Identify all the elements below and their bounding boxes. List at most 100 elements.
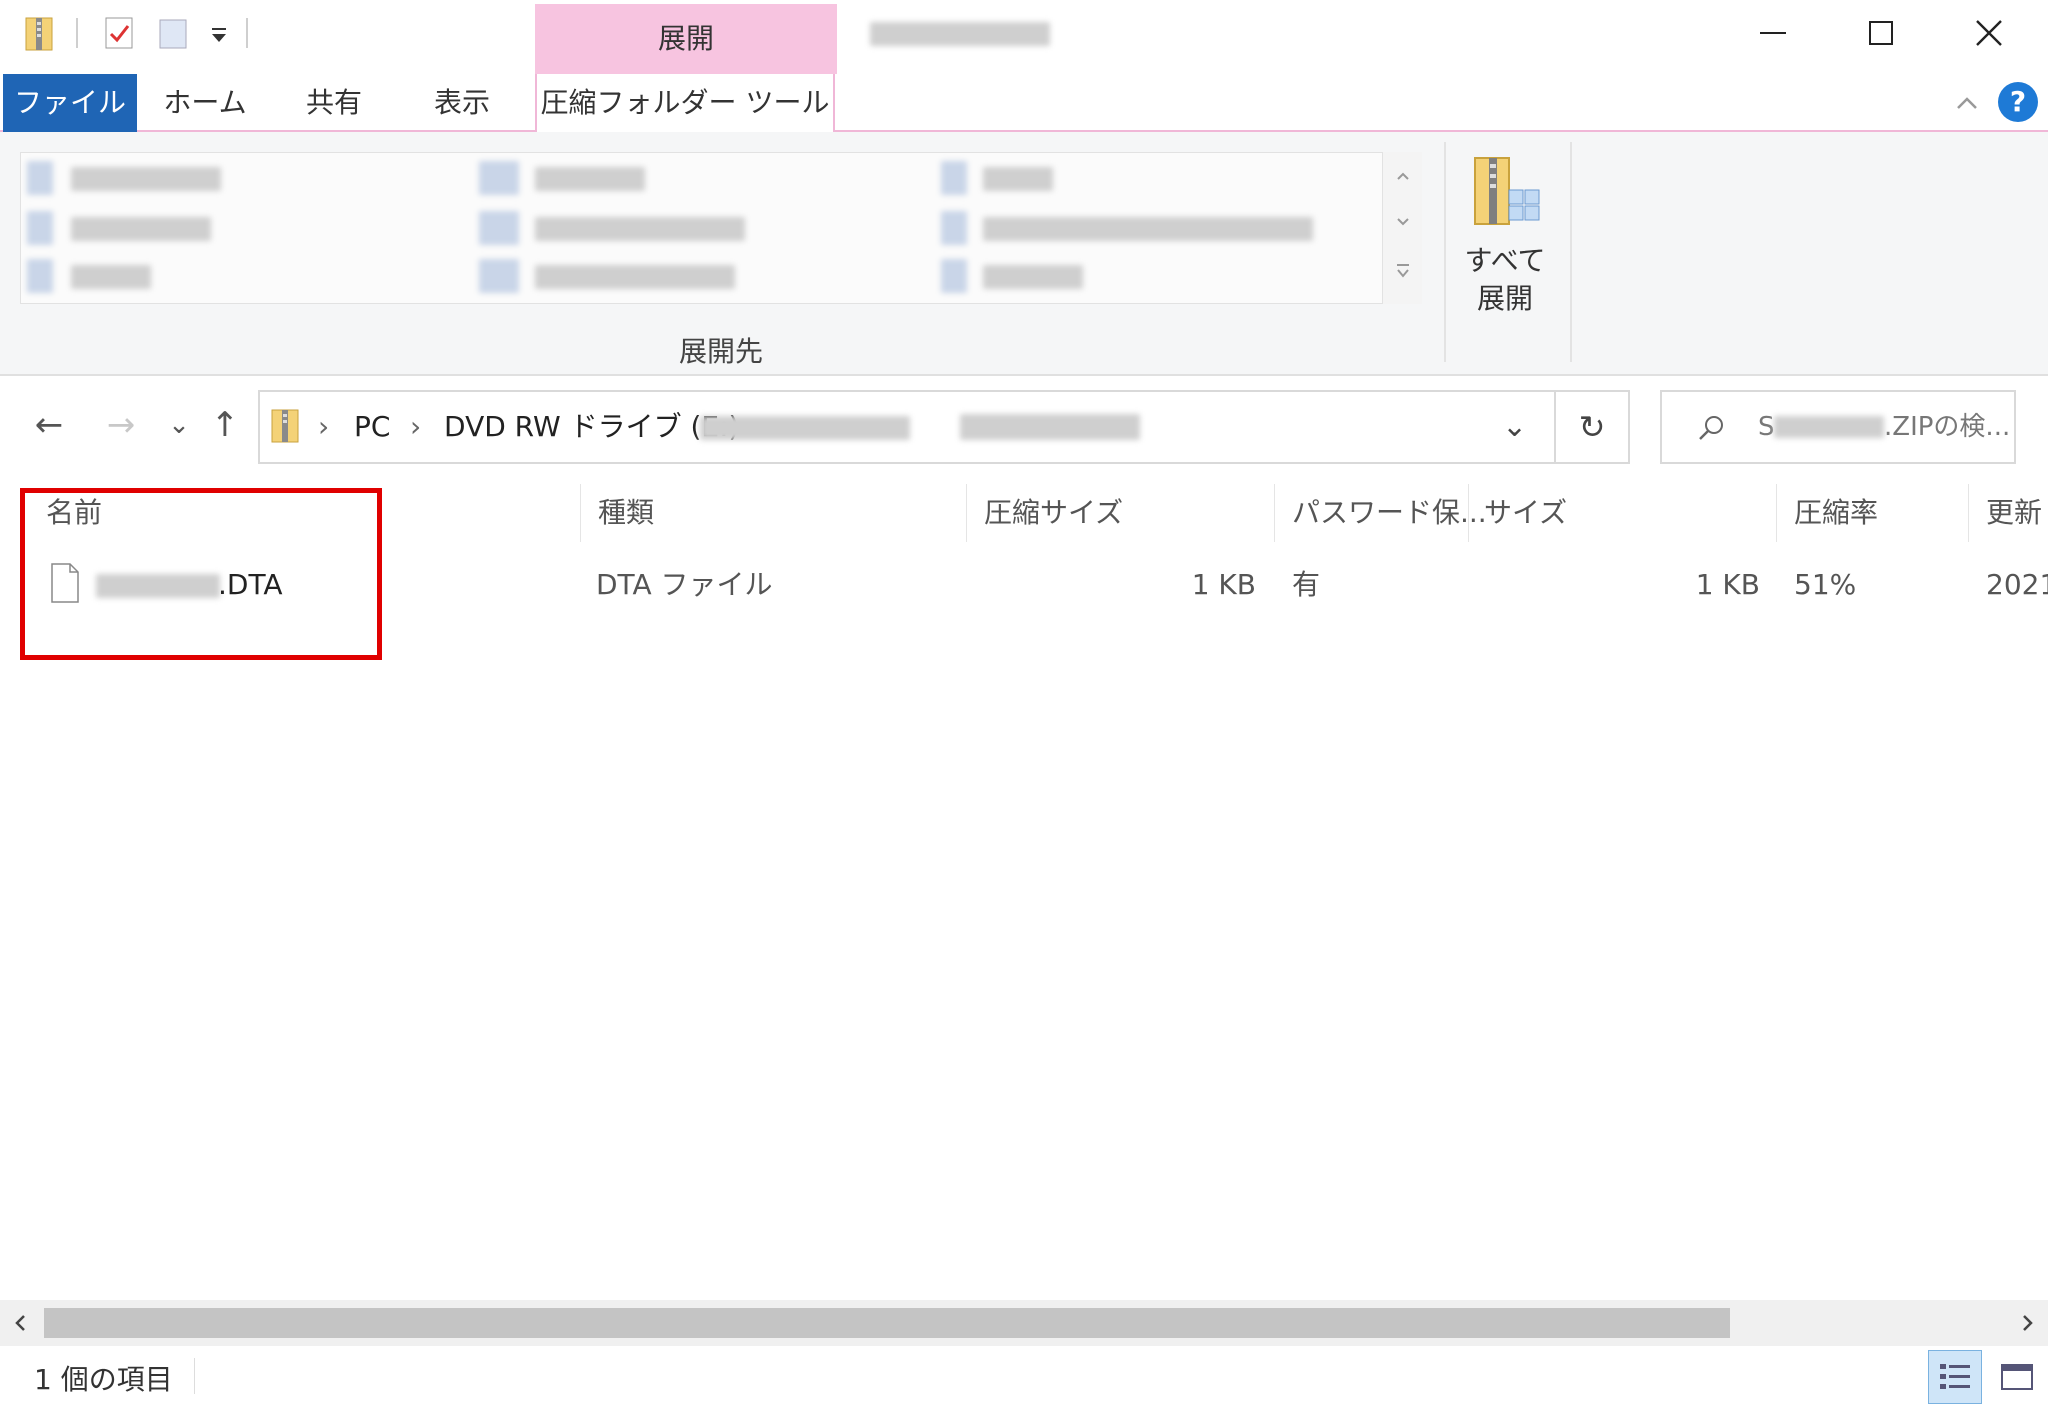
tab-compressed-folder-tools[interactable]: 圧縮フォルダー ツール	[535, 74, 835, 134]
ribbon-tab-bar: ファイル ホーム 共有 表示 圧縮フォルダー ツール ?	[0, 74, 2048, 134]
destination-item-redacted[interactable]	[983, 167, 1053, 191]
refresh-icon: ↻	[1578, 408, 1606, 446]
folder-icon	[941, 161, 967, 195]
file-size: 1 KB	[1695, 568, 1760, 601]
large-icons-view-button[interactable]	[1990, 1350, 2044, 1404]
breadcrumb-pc[interactable]: PC	[354, 392, 390, 462]
folder-icon	[941, 211, 967, 245]
destination-item-redacted[interactable]	[535, 265, 735, 289]
folder-icon	[27, 211, 53, 245]
folder-icon	[479, 211, 519, 245]
minimize-button[interactable]	[1718, 0, 1828, 66]
status-divider	[194, 1358, 195, 1394]
back-button[interactable]: ←	[24, 400, 74, 450]
column-header-ratio[interactable]: 圧縮率	[1794, 490, 1878, 536]
scrollbar-thumb[interactable]	[44, 1308, 1730, 1338]
chevron-down-icon: ⌄	[1502, 409, 1528, 444]
breadcrumb-redacted[interactable]	[960, 414, 1140, 440]
minimize-icon	[1760, 32, 1786, 34]
up-button[interactable]: ↑	[200, 400, 250, 450]
destination-item-redacted[interactable]	[535, 167, 645, 191]
tab-file[interactable]: ファイル	[3, 74, 137, 132]
zip-folder-icon	[24, 14, 54, 52]
column-divider[interactable]	[1776, 484, 1777, 542]
chevron-right-icon[interactable]	[2016, 1312, 2038, 1334]
chevron-left-icon[interactable]	[10, 1312, 32, 1334]
maximize-button[interactable]	[1826, 0, 1936, 66]
zip-folder-icon	[271, 409, 299, 443]
breadcrumb-dvd-drive[interactable]: DVD RW ドライブ (E:)	[444, 392, 739, 462]
address-dropdown-button[interactable]: ⌄	[1502, 392, 1527, 462]
recent-locations-button[interactable]: ⌄	[154, 400, 204, 450]
address-bar[interactable]: › PC › DVD RW ドライブ (E:) ⌄	[258, 390, 1556, 464]
extract-all-icon	[1474, 157, 1540, 225]
file-modified: 2021,	[1986, 568, 2048, 601]
destination-item-redacted[interactable]	[535, 217, 745, 241]
search-placeholder-redacted	[1774, 416, 1884, 438]
destination-item-redacted[interactable]	[983, 265, 1083, 289]
qat-customize-icon[interactable]	[204, 14, 234, 52]
maximize-icon	[1869, 21, 1893, 45]
tab-home[interactable]: ホーム	[150, 74, 260, 132]
folder-icon	[27, 161, 53, 195]
details-view-icon	[1940, 1364, 1970, 1389]
collapse-ribbon-button[interactable]	[1952, 88, 1982, 118]
context-tab-group-label: 展開	[535, 4, 837, 74]
column-divider[interactable]	[1468, 484, 1469, 542]
column-divider[interactable]	[1968, 484, 1969, 542]
breadcrumb-separator[interactable]: ›	[318, 392, 329, 462]
help-icon: ?	[2009, 85, 2027, 118]
qat-separator	[246, 18, 248, 48]
search-placeholder-suffix: .ZIPの検...	[1884, 412, 2011, 442]
arrow-left-icon: ←	[34, 405, 64, 445]
folder-icon	[941, 259, 967, 293]
column-header-type[interactable]: 種類	[598, 490, 654, 536]
extract-destination-gallery[interactable]	[20, 152, 1422, 304]
column-divider[interactable]	[580, 484, 581, 542]
destination-item-redacted[interactable]	[983, 217, 1313, 241]
column-divider[interactable]	[1274, 484, 1275, 542]
file-compression-ratio: 51%	[1794, 568, 1857, 601]
search-box[interactable]: S .ZIPの検...	[1660, 390, 2016, 464]
forward-button[interactable]: →	[96, 400, 146, 450]
tab-share[interactable]: 共有	[286, 74, 382, 132]
column-header-size[interactable]: サイズ	[1484, 490, 1567, 536]
arrow-up-icon: ↑	[210, 405, 240, 445]
horizontal-scrollbar[interactable]	[0, 1300, 2048, 1346]
chevron-down-icon: ⌄	[168, 410, 190, 440]
close-button[interactable]	[1934, 0, 2044, 66]
breadcrumb-separator[interactable]: ›	[410, 392, 421, 462]
file-compressed-size: 1 KB	[1191, 568, 1256, 601]
window-title-redacted	[870, 22, 1050, 46]
tab-view[interactable]: 表示	[414, 74, 510, 132]
navigation-bar: ← → ⌄ ↑ › PC › DVD RW ドライブ (E:) ⌄ ↻ S .Z…	[0, 378, 2048, 474]
destination-item-redacted[interactable]	[71, 265, 151, 289]
extract-all-button[interactable]: すべて 展開	[1450, 152, 1560, 332]
column-header-compressed-size[interactable]: 圧縮サイズ	[984, 490, 1123, 536]
details-view-button[interactable]	[1928, 1350, 1982, 1404]
ribbon-divider	[1444, 142, 1446, 362]
search-placeholder-prefix: S	[1758, 412, 1775, 442]
close-icon	[1976, 20, 2002, 46]
gallery-scrollbar[interactable]	[1382, 152, 1422, 304]
help-button[interactable]: ?	[1998, 82, 2038, 122]
new-folder-icon[interactable]	[158, 14, 188, 52]
column-header-modified[interactable]: 更新	[1986, 490, 2042, 536]
properties-icon[interactable]	[104, 14, 134, 52]
extract-all-label-line1: すべて	[1464, 244, 1546, 277]
highlight-box	[20, 488, 382, 660]
chevron-up-icon	[1957, 97, 1977, 109]
destination-item-redacted[interactable]	[71, 217, 211, 241]
ribbon-group-label: 展開先	[678, 335, 763, 368]
folder-icon	[479, 259, 519, 293]
qat-separator	[76, 18, 78, 48]
column-divider[interactable]	[966, 484, 967, 542]
gallery-more-icon	[1397, 264, 1409, 278]
breadcrumb-redacted[interactable]	[700, 416, 910, 440]
destination-item-redacted[interactable]	[71, 167, 221, 191]
extract-all-label-line2: 展開	[1476, 282, 1533, 315]
status-bar: 1 個の項目	[0, 1346, 2048, 1408]
folder-icon	[479, 161, 519, 195]
column-header-password[interactable]: パスワード保...	[1292, 490, 1487, 536]
refresh-button[interactable]: ↻	[1556, 390, 1630, 464]
